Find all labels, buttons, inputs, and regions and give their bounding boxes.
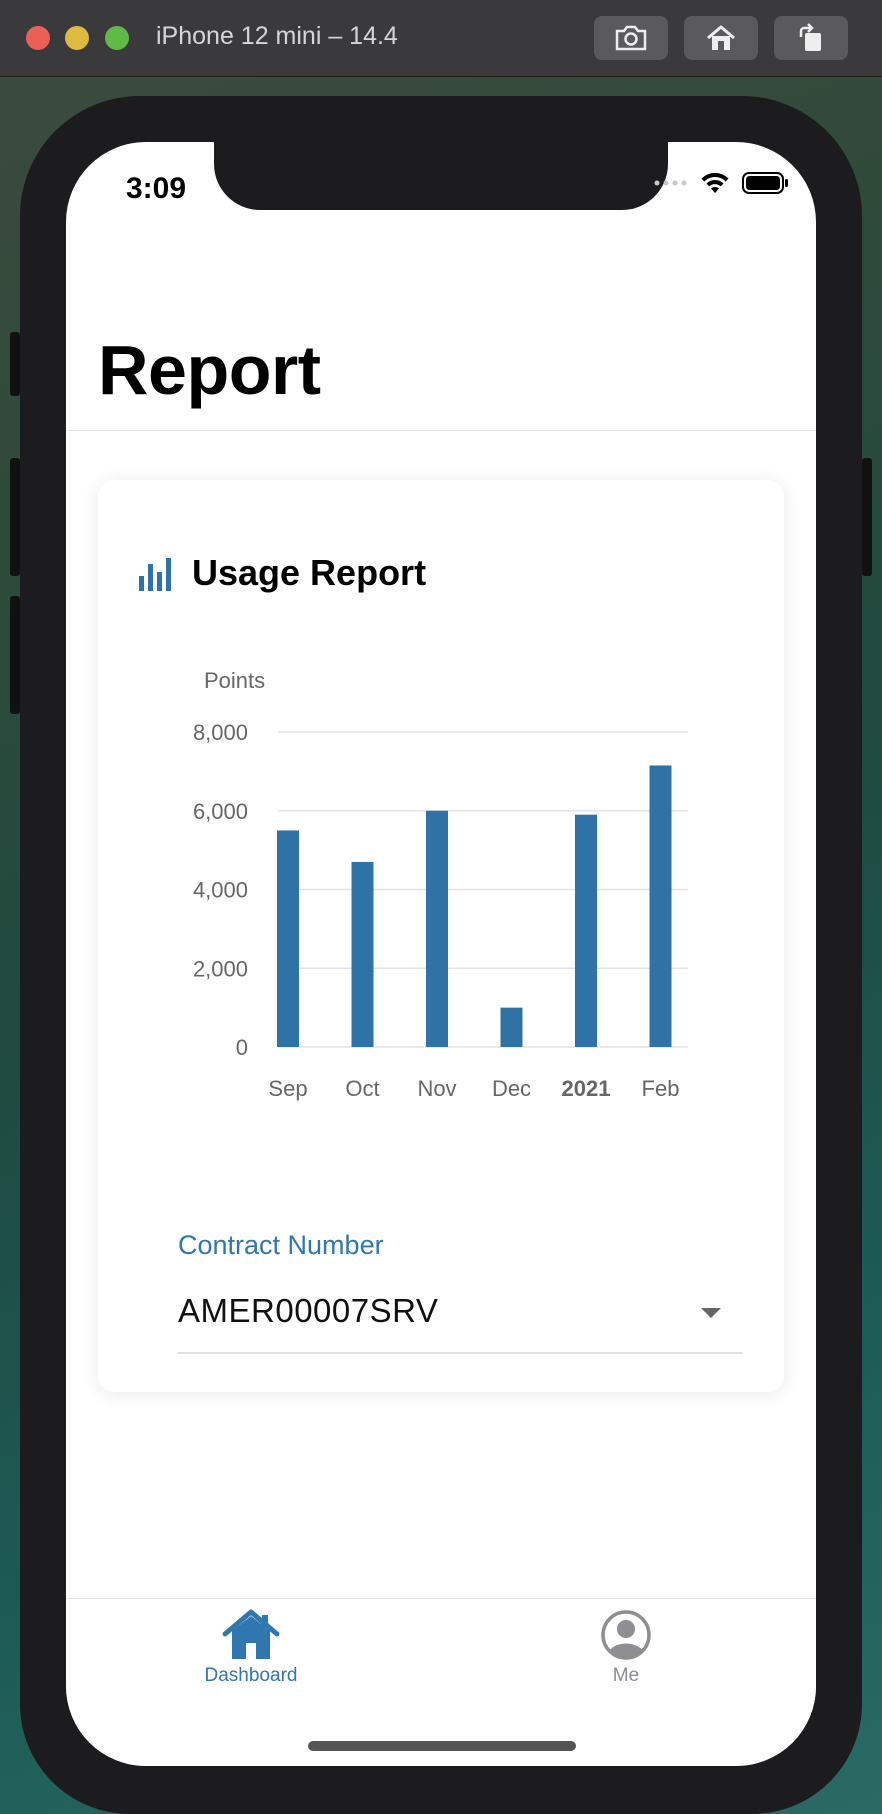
- y-axis-title: Points: [204, 668, 265, 693]
- house-icon: [222, 1609, 280, 1659]
- user-circle-icon: [601, 1610, 651, 1660]
- minimize-window-button[interactable]: [65, 26, 89, 50]
- close-window-button[interactable]: [26, 26, 50, 50]
- home-button[interactable]: [684, 16, 758, 60]
- x-tick-label: 2021: [562, 1076, 611, 1101]
- card-title: Usage Report: [192, 552, 427, 593]
- tab-me[interactable]: Me: [536, 1609, 716, 1687]
- y-tick-label: 0: [236, 1035, 248, 1060]
- chart-bar: [351, 861, 374, 1047]
- usage-report-card: Usage Report Points 0 2,000 4,000 6,000 8,000…: [98, 480, 784, 1392]
- volume-down-button: [10, 596, 20, 714]
- card-header: Usage Report: [138, 552, 426, 594]
- contract-number-label: Contract Number: [178, 1230, 384, 1260]
- wifi-icon: [701, 172, 729, 193]
- power-button: [862, 458, 872, 576]
- screenshot-icon: [615, 25, 647, 51]
- status-indicators: [654, 172, 788, 194]
- cellular-signal-icon: [654, 180, 687, 186]
- simulator-titlebar: iPhone 12 mini – 14.4: [0, 0, 882, 77]
- rotate-icon: [799, 23, 821, 51]
- x-tick-label: Oct: [345, 1076, 379, 1101]
- phone-screen: 3:09 Report Usage Report Points 0 2,000 …: [66, 142, 816, 1766]
- contract-field-underline: [178, 1352, 742, 1354]
- mute-switch: [10, 332, 20, 396]
- y-tick-label: 8,000: [193, 720, 248, 745]
- rotate-button[interactable]: [774, 16, 848, 60]
- chart-bar: [277, 830, 299, 1047]
- simulator-title: iPhone 12 mini – 14.4: [156, 22, 398, 50]
- x-tick-label: Sep: [268, 1076, 307, 1101]
- usage-bar-chart: Points 0 2,000 4,000 6,000 8,000 Sep Oct Nov Dec 2…: [193, 668, 688, 1101]
- chevron-down-icon[interactable]: [700, 1307, 722, 1319]
- zoom-window-button[interactable]: [105, 26, 129, 50]
- y-tick-label: 4,000: [193, 878, 248, 903]
- chart-bar: [649, 765, 672, 1047]
- page-title: Report: [98, 331, 321, 409]
- x-tick-label: Dec: [492, 1076, 531, 1101]
- x-tick-label: Nov: [417, 1076, 456, 1101]
- status-time: 3:09: [126, 172, 187, 205]
- tab-dashboard-label: Dashboard: [204, 1665, 298, 1686]
- tab-dashboard[interactable]: Dashboard: [161, 1609, 341, 1687]
- battery-icon: [742, 172, 788, 194]
- home-indicator: [308, 1741, 576, 1751]
- contract-number-select[interactable]: AMER00007SRV: [178, 1292, 438, 1330]
- bar-chart-icon: [139, 558, 171, 591]
- screenshot-button[interactable]: [594, 16, 668, 60]
- volume-up-button: [10, 458, 20, 576]
- x-tick-label: Feb: [642, 1076, 680, 1101]
- notch: [214, 142, 668, 210]
- chart-bar: [575, 814, 597, 1047]
- y-tick-label: 2,000: [193, 956, 248, 981]
- chart-bar: [426, 810, 448, 1047]
- y-tick-label: 6,000: [193, 799, 248, 824]
- home-icon: [707, 25, 735, 50]
- tab-me-label: Me: [612, 1665, 640, 1686]
- chart-bar: [500, 1007, 523, 1047]
- title-divider: [66, 430, 816, 431]
